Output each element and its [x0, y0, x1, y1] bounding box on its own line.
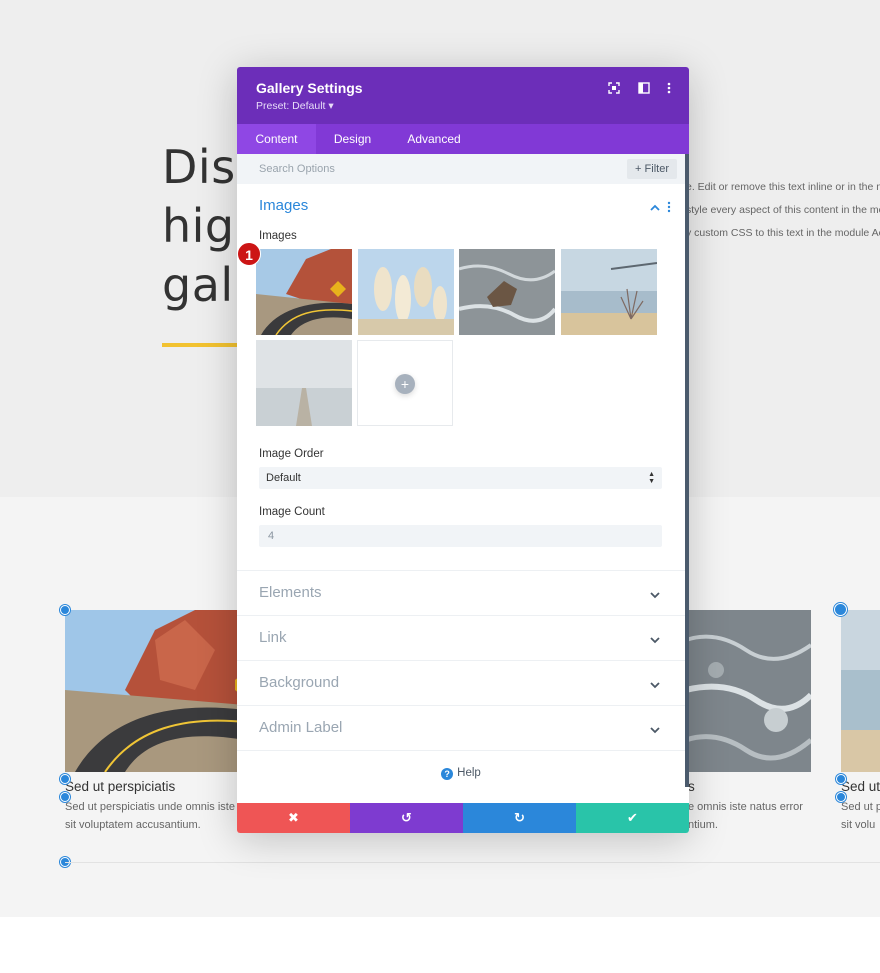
gallery-description-3-line-2: ntium.: [688, 819, 718, 831]
modal-footer: ✖ ↺ ↻ ✔: [237, 803, 689, 833]
gallery-description-4: Sed ut p sit volu: [841, 798, 880, 834]
search-options-input[interactable]: Search Options: [259, 154, 335, 184]
image-order-value: Default: [266, 472, 301, 484]
section-more-icon[interactable]: [666, 200, 672, 214]
gallery-settings-modal: Gallery Settings Preset: Default ▾ Conte…: [237, 67, 689, 833]
thumbnail-foggy-pier[interactable]: [256, 340, 352, 426]
undo-icon: ↺: [401, 810, 412, 825]
edit-handle[interactable]: [60, 774, 70, 784]
chevron-down-icon[interactable]: [649, 588, 661, 600]
hero-text-line-1: e. Edit or remove this text inline or in…: [686, 181, 880, 193]
section-title-elements[interactable]: Elements: [259, 584, 322, 601]
undo-button[interactable]: ↺: [350, 803, 463, 833]
image-count-input[interactable]: 4: [259, 525, 662, 547]
page-bottom: [0, 917, 880, 973]
close-icon: ✖: [288, 810, 299, 825]
chevron-down-icon[interactable]: [649, 723, 661, 735]
help-icon: ?: [441, 768, 454, 780]
sidebar-toggle-icon[interactable]: [637, 81, 651, 95]
image-count-label: Image Count: [259, 506, 325, 518]
section-title-images[interactable]: Images: [259, 197, 308, 214]
hero-heading-line-3: gal: [162, 258, 234, 312]
chevron-down-icon[interactable]: [649, 678, 661, 690]
gallery-caption-4: Sed ut: [841, 779, 880, 794]
redo-icon: ↻: [514, 810, 525, 825]
divider: [65, 862, 880, 863]
filter-label: Filter: [644, 163, 669, 175]
image-order-label: Image Order: [259, 448, 324, 460]
preset-dropdown[interactable]: Preset: Default ▾: [256, 100, 334, 112]
section-divider: [237, 750, 685, 751]
plus-icon: +: [635, 163, 642, 175]
hero-text-line-3: y custom CSS to this text in the module …: [686, 227, 880, 239]
thumbnail-rock-in-water[interactable]: [459, 249, 555, 335]
hero-heading-line-1: Dis: [162, 140, 236, 194]
gallery-description-3-line-1: e omnis iste natus error: [688, 801, 803, 813]
gallery-description-1-line-1: Sed ut perspiciatis unde omnis iste: [65, 801, 235, 813]
edit-handle[interactable]: [60, 605, 70, 615]
save-button[interactable]: ✔: [576, 803, 689, 833]
step-badge: 1: [237, 242, 261, 266]
chevron-down-icon[interactable]: [649, 633, 661, 645]
modal-tabs: Content Design Advanced: [237, 124, 689, 154]
gallery-image-desert-road[interactable]: [65, 610, 245, 772]
section-divider: [237, 705, 685, 706]
more-options-icon[interactable]: [662, 81, 676, 95]
check-icon: ✔: [627, 810, 638, 825]
section-title-link[interactable]: Link: [259, 629, 287, 646]
gallery-image-rock-in-water[interactable]: [686, 610, 811, 772]
edit-handle[interactable]: [834, 603, 847, 616]
section-divider: [237, 570, 685, 571]
hero-heading-line-2: hig: [162, 199, 235, 253]
search-bar: Search Options + Filter: [237, 154, 685, 184]
section-title-admin-label[interactable]: Admin Label: [259, 719, 342, 736]
add-image-button[interactable]: +: [395, 374, 415, 394]
image-count-value: 4: [268, 530, 275, 542]
select-arrows-icon: ▲ ▼: [648, 471, 655, 485]
gallery-caption-3: s: [688, 779, 695, 794]
expand-icon[interactable]: [607, 81, 621, 95]
help-link[interactable]: ? Help: [237, 767, 685, 780]
filter-button[interactable]: + Filter: [627, 159, 677, 179]
tab-design[interactable]: Design: [316, 124, 389, 154]
hero-heading: Dis hig gal: [162, 138, 236, 315]
gallery-description-1: Sed ut perspiciatis unde omnis iste sit …: [65, 798, 237, 834]
redo-button[interactable]: ↻: [463, 803, 576, 833]
gallery-description-4-line-1: Sed ut p: [841, 801, 880, 813]
tab-advanced[interactable]: Advanced: [389, 124, 479, 154]
hero-text-line-2: style every aspect of this content in th…: [686, 204, 880, 216]
edit-handle[interactable]: [836, 792, 846, 802]
tab-content[interactable]: Content: [237, 124, 316, 154]
gallery-image-beach-plant[interactable]: [841, 610, 880, 772]
gallery-description-1-line-2: sit voluptatem accusantium.: [65, 819, 201, 831]
cancel-button[interactable]: ✖: [237, 803, 350, 833]
section-divider: [237, 660, 685, 661]
add-image-tile[interactable]: +: [357, 340, 453, 426]
images-label: Images: [259, 230, 297, 242]
thumbnail-dry-plant-on-beach[interactable]: [561, 249, 657, 335]
thumbnail-pampas-grass[interactable]: [358, 249, 454, 335]
help-label: Help: [457, 767, 481, 779]
thumbnail-desert-road[interactable]: [256, 249, 352, 335]
modal-header: Gallery Settings Preset: Default ▾: [237, 67, 689, 124]
modal-title: Gallery Settings: [256, 80, 363, 96]
chevron-up-icon[interactable]: [649, 201, 661, 213]
edit-handle[interactable]: [60, 792, 70, 802]
image-order-select[interactable]: Default ▲ ▼: [259, 467, 662, 489]
gallery-caption-1: Sed ut perspiciatis: [65, 779, 176, 794]
gallery-description-3: e omnis iste natus error ntium.: [688, 798, 828, 834]
scrollbar[interactable]: [685, 154, 689, 787]
hero-text: e. Edit or remove this text inline or in…: [686, 176, 880, 245]
edit-handle[interactable]: [836, 774, 846, 784]
gallery-description-4-line-2: sit volu: [841, 819, 876, 831]
section-divider: [237, 615, 685, 616]
section-title-background[interactable]: Background: [259, 674, 339, 691]
